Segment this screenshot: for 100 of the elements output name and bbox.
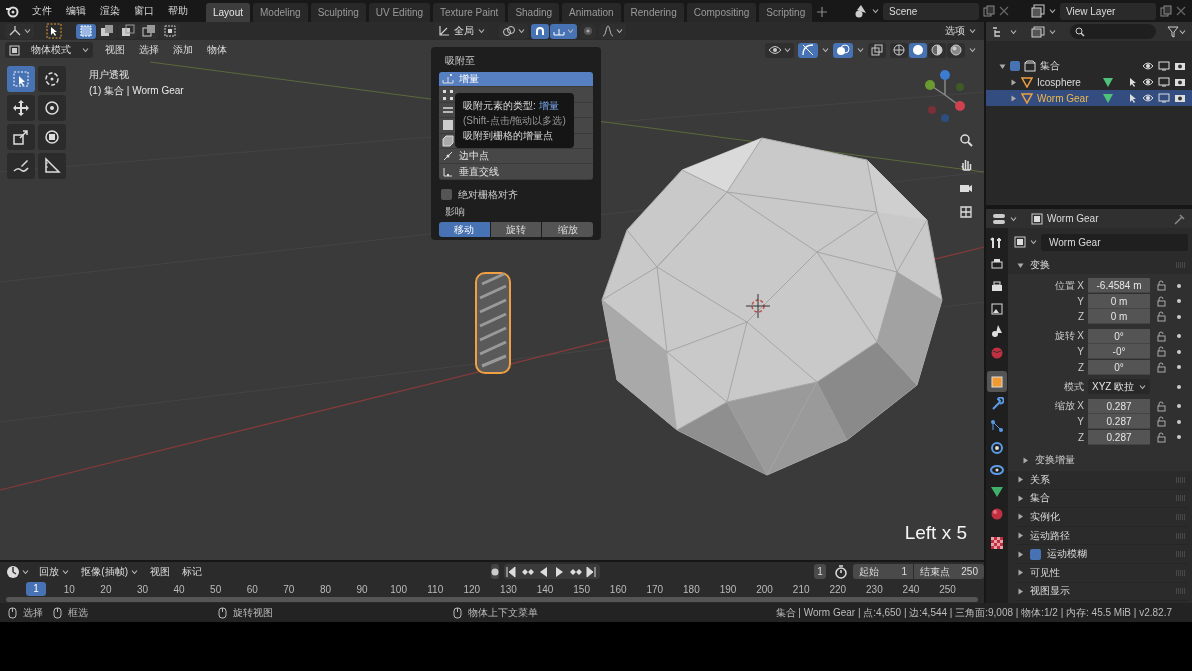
workspace-tab[interactable]: Layout — [206, 3, 251, 22]
panel-header[interactable]: 视图显示 — [1014, 582, 1188, 602]
affect-toggle[interactable]: 移动 — [439, 221, 490, 237]
checkbox[interactable] — [441, 189, 452, 201]
gizmo-toggle[interactable] — [798, 42, 818, 58]
drag-handle-icon[interactable] — [1176, 476, 1186, 483]
move-tool[interactable] — [7, 95, 35, 121]
current-frame-field[interactable]: 1 — [813, 564, 826, 579]
padlock-icon[interactable] — [1156, 295, 1167, 307]
workspace-tab[interactable]: Scripting — [759, 3, 813, 22]
close-icon[interactable] — [1176, 6, 1186, 16]
panel-header[interactable]: 运动路径 — [1014, 526, 1188, 546]
drag-handle-icon[interactable] — [1176, 514, 1186, 520]
start-frame-field[interactable]: 起始 1 — [853, 564, 913, 579]
monitor-icon[interactable] — [1158, 61, 1170, 71]
workspace-tab[interactable]: Modeling — [253, 3, 308, 22]
rotation-mode-dropdown[interactable]: XYZ 欧拉 — [1088, 379, 1150, 395]
properties-tab[interactable] — [987, 371, 1007, 392]
padlock-icon[interactable] — [1156, 361, 1167, 373]
collapsed-arrow-icon[interactable] — [1017, 569, 1024, 577]
workspace-tab[interactable]: Animation — [562, 3, 621, 22]
panel-header[interactable]: 实例化 — [1014, 508, 1188, 527]
outliner-row[interactable]: Worm Gear — [986, 90, 1192, 106]
clock-icon[interactable] — [6, 564, 20, 579]
new-selection-button[interactable] — [76, 23, 96, 39]
collapsed-arrow-icon[interactable] — [1017, 494, 1024, 502]
collapsed-arrow-icon[interactable] — [1017, 476, 1024, 484]
expanded-arrow-icon[interactable] — [1017, 261, 1024, 269]
collapsed-arrow-icon[interactable] — [1017, 513, 1024, 521]
scene-field[interactable]: Scene — [883, 2, 979, 20]
menu-item[interactable]: 渲染 — [93, 4, 127, 18]
padlock-icon[interactable] — [1156, 416, 1167, 428]
menu-item[interactable]: 添加 — [167, 43, 199, 57]
affect-toggle[interactable]: 缩放 — [542, 221, 593, 237]
keyframe-dot-icon[interactable] — [1176, 418, 1182, 425]
material-shading-button[interactable] — [928, 42, 946, 58]
keyframe-dot-icon[interactable] — [1176, 348, 1182, 355]
menu-item[interactable]: 编辑 — [59, 4, 93, 18]
padlock-icon[interactable] — [1156, 400, 1167, 412]
monitor-icon[interactable] — [1158, 93, 1170, 103]
add-icon[interactable] — [817, 7, 828, 17]
drag-handle-icon[interactable] — [1176, 551, 1186, 558]
copy-icon[interactable] — [1160, 5, 1172, 17]
drag-handle-icon[interactable] — [1176, 569, 1186, 576]
falloff-button[interactable] — [599, 23, 626, 39]
panel-header[interactable]: 集合 — [1014, 489, 1188, 509]
close-icon[interactable] — [999, 6, 1009, 16]
eye-icon[interactable] — [1142, 93, 1154, 103]
snap-element-button[interactable] — [550, 23, 577, 39]
keyframe-dot-icon[interactable] — [1176, 364, 1182, 371]
select-box-tool[interactable] — [7, 66, 35, 92]
filter-icon[interactable] — [1167, 25, 1179, 38]
camera-icon[interactable] — [1174, 77, 1186, 87]
number-field[interactable]: 0° — [1088, 328, 1150, 344]
search-field[interactable] — [1070, 24, 1156, 39]
editor-type-button[interactable] — [5, 23, 34, 39]
number-field[interactable]: 0.287 — [1088, 398, 1150, 414]
menu-item[interactable]: 标记 — [176, 564, 207, 579]
xray-toggle[interactable] — [868, 42, 886, 58]
mode-dropdown[interactable]: 物体模式 — [5, 42, 93, 58]
select-tool-icon[interactable] — [46, 23, 62, 39]
snap-toggle[interactable] — [531, 23, 549, 39]
padlock-icon[interactable] — [1156, 346, 1167, 358]
copy-icon[interactable] — [983, 5, 995, 17]
visibility-button[interactable] — [765, 42, 794, 58]
workspace-tab[interactable]: UV Editing — [368, 3, 430, 22]
menu-item[interactable]: 选择 — [133, 43, 165, 57]
playhead[interactable]: 1 — [26, 582, 46, 596]
keyframe-dot-icon[interactable] — [1176, 434, 1182, 441]
keyframe-dot-icon[interactable] — [1176, 313, 1182, 320]
drag-handle-icon[interactable] — [1176, 495, 1186, 502]
cursor-tool[interactable] — [38, 66, 66, 92]
scale-tool[interactable] — [7, 124, 35, 150]
menu-item[interactable]: 回放 — [34, 564, 75, 579]
number-field[interactable]: 0 m — [1088, 309, 1150, 325]
snap-element-option[interactable]: 垂直交线 — [439, 164, 593, 180]
keyframe-dot-icon[interactable] — [1176, 282, 1182, 289]
pivot-button[interactable] — [499, 23, 528, 39]
workspace-tab[interactable]: Rendering — [623, 3, 684, 22]
subtract-selection-button[interactable] — [118, 23, 138, 39]
drag-handle-icon[interactable] — [1176, 588, 1186, 595]
outliner-row[interactable]: Icosphere — [986, 74, 1192, 90]
menu-item[interactable]: 抠像(插帧) — [76, 564, 143, 579]
panel-header[interactable]: 可见性 — [1014, 563, 1188, 583]
proportional-edit-button[interactable] — [580, 23, 596, 39]
image-stack-icon[interactable] — [1031, 4, 1045, 18]
rotate-tool[interactable] — [38, 95, 66, 121]
number-field[interactable]: 0 m — [1088, 293, 1150, 309]
scrollbar[interactable] — [6, 597, 978, 602]
annotate-tool[interactable] — [7, 153, 35, 179]
image-stack-icon[interactable] — [1031, 25, 1045, 38]
transform-tool[interactable] — [38, 124, 66, 150]
drag-handle-icon[interactable] — [1176, 532, 1186, 539]
number-field[interactable]: 0.287 — [1088, 414, 1150, 430]
collapsed-arrow-icon[interactable] — [1022, 456, 1029, 464]
monitor-icon[interactable] — [1158, 77, 1170, 87]
snap-element-option[interactable]: 增量 — [439, 72, 593, 88]
padlock-icon[interactable] — [1156, 280, 1167, 292]
invert-selection-button[interactable] — [139, 23, 159, 39]
end-frame-field[interactable]: 结束点 250 — [914, 564, 984, 579]
